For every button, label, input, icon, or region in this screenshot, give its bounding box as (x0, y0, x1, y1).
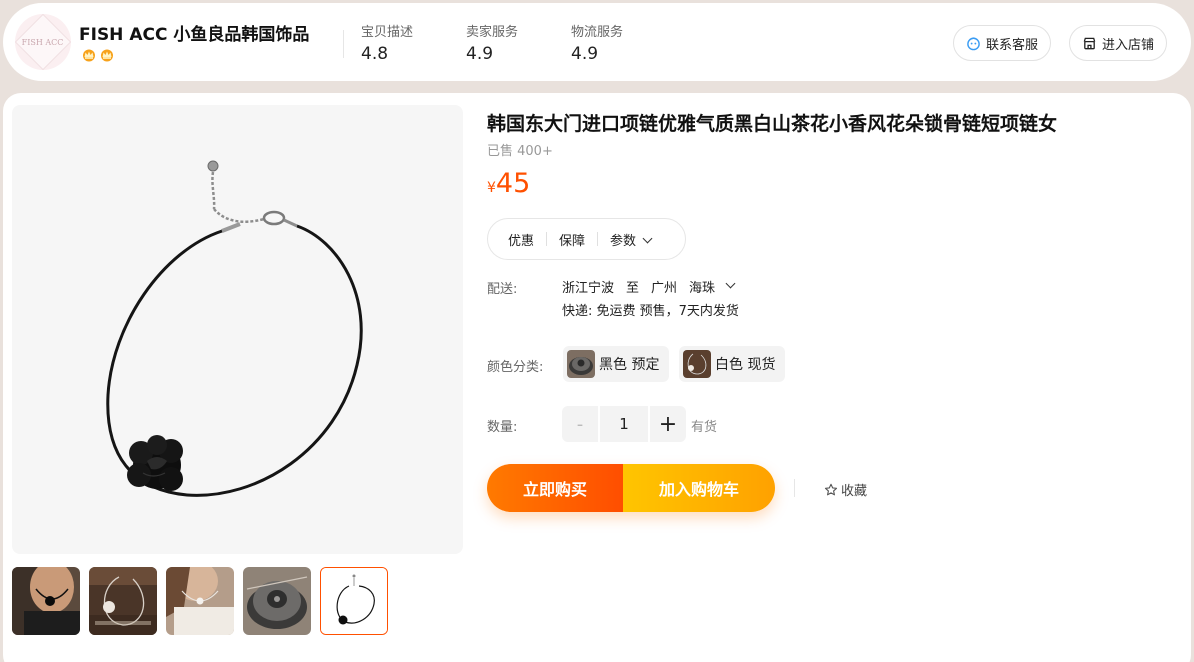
price-value: 45 (495, 168, 531, 199)
purchase-actions: 立即购买 加入购物车 (487, 464, 775, 512)
rating-service: 卖家服务 4.9 (466, 21, 518, 64)
rating-label: 卖家服务 (466, 25, 519, 40)
sku-option-label: 白色 现货 (715, 357, 776, 373)
rating-value: 4.8 (361, 44, 389, 64)
rating-description: 宝贝描述 4.8 (361, 21, 413, 64)
sku-thumbnail (567, 350, 595, 378)
info-tabs: 优惠 保障 参数 (487, 218, 686, 260)
shop-logo[interactable]: FISH ACC (15, 14, 71, 70)
quantity-decrease-button[interactable]: - (562, 406, 598, 442)
favorite-button[interactable]: 收藏 (824, 480, 867, 499)
star-icon (824, 483, 838, 495)
buy-now-button[interactable]: 立即购买 (487, 464, 623, 512)
chevron-down-icon (642, 233, 653, 243)
color-label: 颜色分类: (487, 360, 544, 375)
tab-separator (546, 232, 548, 246)
thumbnail-4[interactable] (243, 567, 311, 635)
chevron-down-icon (725, 278, 736, 289)
thumbnail-5-selected[interactable] (320, 567, 388, 635)
quantity-increase-button[interactable]: + (650, 406, 686, 442)
store-icon (1083, 37, 1096, 49)
shop-logo-text: FISH ACC (22, 37, 64, 47)
rating-value: 4.9 (571, 44, 599, 64)
contact-service-button[interactable]: 联系客服 (953, 25, 1052, 61)
tab-params-label: 参数 (610, 233, 637, 249)
favorite-label: 收藏 (841, 484, 868, 499)
thumbnail-1[interactable] (12, 567, 80, 635)
shipping-detail: 快递: 免运费 预售，7天内发货 (562, 304, 739, 319)
shipping-label: 配送: (487, 282, 518, 297)
sku-option-label: 黑色 预定 (599, 357, 660, 373)
thumbnail-2[interactable] (89, 567, 157, 635)
crown-icon (83, 49, 95, 62)
rating-label: 宝贝描述 (361, 25, 414, 40)
contact-service-label: 联系客服 (986, 37, 1039, 53)
shop-name[interactable]: FISH ACC 小鱼良品韩国饰品 (79, 20, 309, 45)
ship-to-word: 至 (626, 281, 640, 296)
ship-district: 海珠 (689, 281, 716, 296)
stock-status: 有货 (691, 420, 718, 435)
sku-option-white[interactable]: 白色 现货 (679, 346, 786, 382)
necklace-image (106, 160, 363, 497)
product-title: 韩国东大门进口项链优雅气质黑白山茶花小香风花朵锁骨链短项链女 (487, 113, 1058, 135)
main-product-image[interactable] (12, 105, 463, 554)
ship-city: 广州 (651, 281, 678, 296)
rating-logistics: 物流服务 4.9 (571, 21, 623, 64)
rating-label: 物流服务 (571, 25, 624, 40)
tab-discount[interactable]: 优惠 (508, 230, 534, 249)
tab-guarantee[interactable]: 保障 (559, 230, 585, 249)
tab-params[interactable]: 参数 (610, 230, 653, 249)
thumbnail-strip (12, 567, 388, 635)
currency-symbol: ¥ (487, 180, 496, 196)
sold-count: 已售 400+ (487, 144, 553, 159)
ship-from: 浙江宁波 (562, 281, 615, 296)
rating-value: 4.9 (466, 44, 494, 64)
price: ¥45 (487, 168, 530, 199)
thumbnail-3[interactable] (166, 567, 234, 635)
quantity-label: 数量: (487, 420, 518, 435)
enter-store-button[interactable]: 进入店铺 (1069, 25, 1168, 61)
sku-option-black[interactable]: 黑色 预定 (563, 346, 670, 382)
crown-icon (101, 49, 113, 62)
enter-store-label: 进入店铺 (1102, 37, 1155, 53)
quantity-input[interactable]: 1 (600, 406, 648, 442)
shipping-route[interactable]: 浙江宁波 至 广州 海珠 (562, 277, 736, 296)
shop-level-badges (81, 48, 115, 62)
action-divider (794, 479, 795, 497)
shop-header: FISH ACC FISH ACC 小鱼良品韩国饰品 宝贝描述 4.8 卖家服务… (3, 3, 1191, 81)
header-divider (343, 30, 344, 58)
add-to-cart-button[interactable]: 加入购物车 (623, 464, 775, 512)
camellia-flower (127, 435, 183, 491)
headset-icon (967, 36, 980, 50)
tab-separator (597, 232, 599, 246)
sku-thumbnail (683, 350, 711, 378)
